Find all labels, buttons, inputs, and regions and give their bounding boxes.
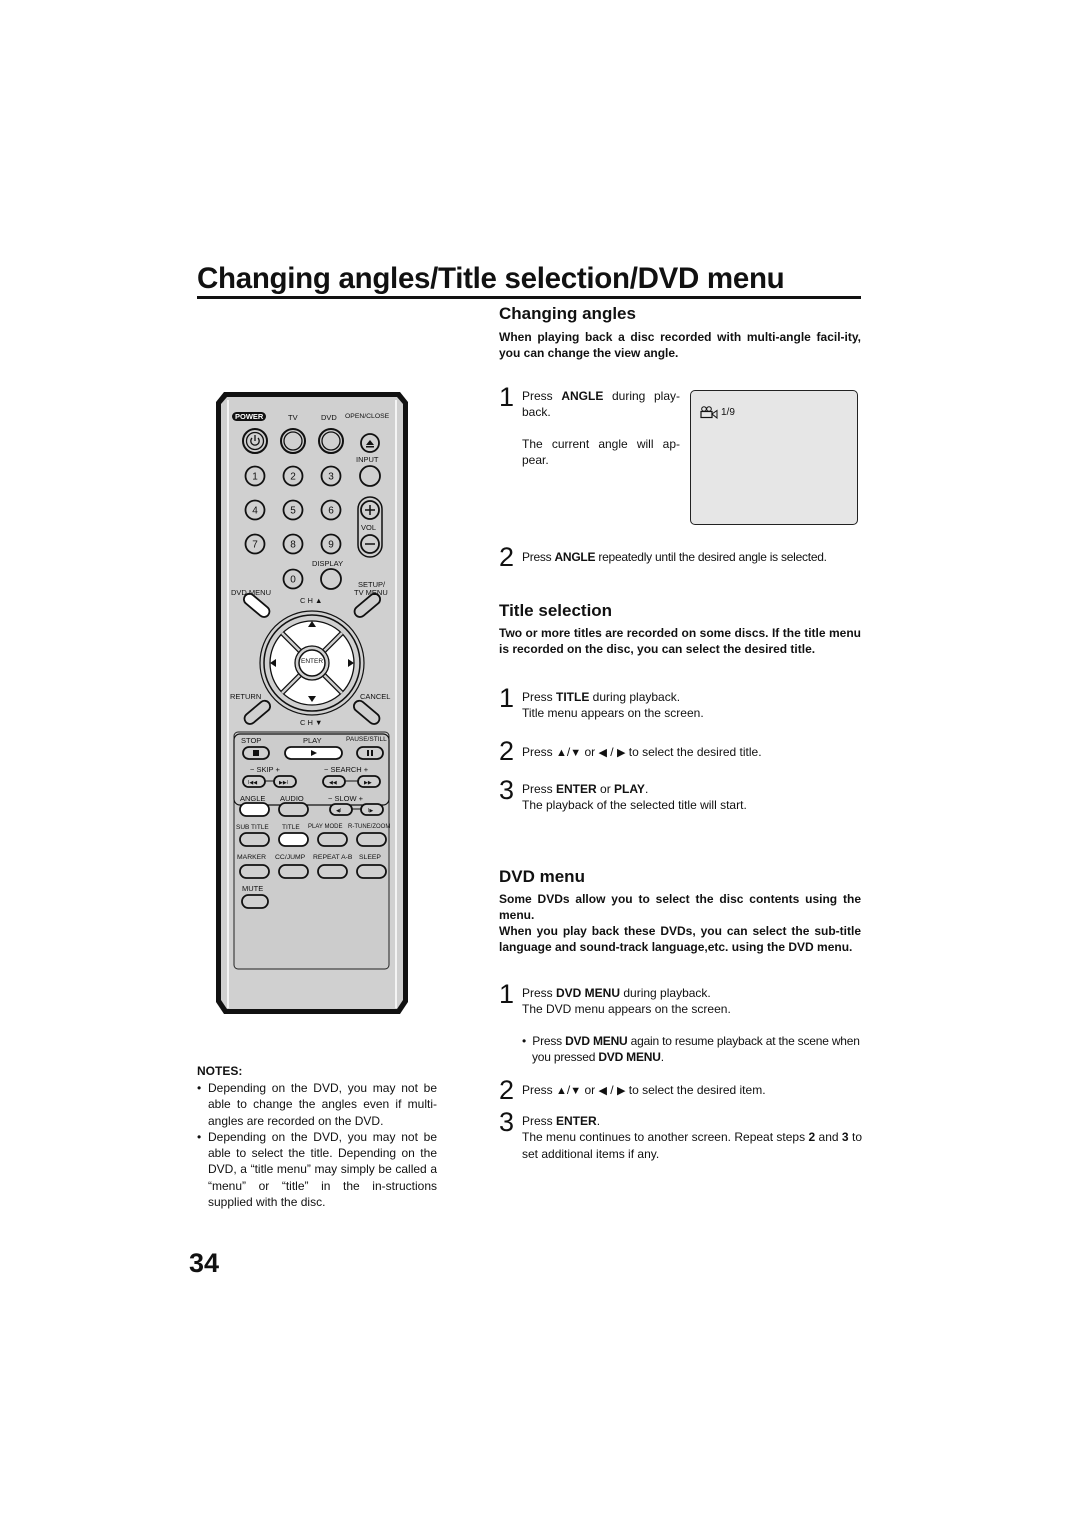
page-title: Changing angles/Title selection/DVD menu [197, 262, 785, 295]
section-heading-changing-angles: Changing angles [499, 304, 636, 323]
changing-angles-lead: When playing back a disc recorded with m… [499, 330, 861, 361]
remote-digit-label: 4 [252, 506, 258, 517]
remote-digit-label: 2 [290, 472, 296, 483]
remote-digit-label: 7 [252, 540, 258, 551]
remote-label-dvd: DVD [321, 413, 337, 422]
step-text: Press ANGLE repeatedly until the desired… [522, 550, 827, 564]
remote-label-mute: MUTE [242, 884, 264, 893]
step-number: 1 [499, 382, 515, 412]
remote-label-title: TITLE [282, 824, 300, 831]
remote-control-illustration: 1 2 3 4 5 6 7 8 9 0 I◀◀ ▶▶I ◀◀ ▶▶ ◀I I▶ POWER TV … [214, 390, 410, 1016]
remote-label-vol: VOL [361, 523, 377, 532]
svg-text:I▶: I▶ [368, 808, 373, 814]
step-number: 2 [499, 736, 515, 766]
step-text: Press ENTER or PLAY. The playback of the … [522, 782, 747, 813]
step-note: The current angle will ap-pear. [522, 437, 680, 468]
step-text: Press ANGLE during play-back. [522, 389, 680, 420]
step-text: Press TITLE during playback. Title menu a… [522, 690, 704, 721]
section-heading-dvd-menu: DVD menu [499, 867, 585, 886]
angle-indicator: 1/9 [700, 406, 735, 419]
remote-label-return: RETURN [230, 692, 262, 701]
remote-label-tv: TV [288, 413, 298, 422]
page-number: 34 [189, 1248, 220, 1278]
remote-label-ch-up: C H ▲ [300, 596, 323, 605]
remote-label-ch-down: C H ▼ [300, 718, 323, 727]
step-number: 1 [499, 683, 515, 713]
remote-digit-label: 6 [328, 506, 334, 517]
remote-body: 1 2 3 4 5 6 7 8 9 0 I◀◀ ▶▶I ◀◀ ▶▶ ◀I I▶ [216, 392, 408, 1014]
remote-label-pause-still: PAUSE/STILL [346, 736, 387, 743]
left-arrow-icon: ◀ [598, 747, 607, 759]
remote-label-display: DISPLAY [312, 559, 344, 568]
step-text: Press ▲/▼ or ◀ / ▶ to select the desired… [522, 744, 762, 761]
remote-label-sub-title: SUB TITLE [236, 824, 269, 831]
svg-text:◀◀: ◀◀ [329, 780, 337, 786]
down-arrow-icon: ▼ [570, 747, 582, 759]
step-number: 2 [499, 1075, 515, 1105]
remote-label-angle: ANGLE [240, 794, 266, 803]
dvd-menu-bullet-note: • Press DVD MENU again to resume playbac… [522, 1034, 860, 1065]
up-arrow-icon: ▲ [556, 1085, 567, 1097]
step-text: Press DVD MENU during playback. The DVD m… [522, 986, 731, 1017]
remote-label-rtune-zoom: R-TUNE/ZOOM [348, 824, 391, 830]
note-item: Depending on the DVD, you may not be abl… [197, 1129, 437, 1210]
step-text: Press ▲/▼ or ◀ / ▶ to select the desired… [522, 1082, 766, 1099]
remote-label-skip: − SKIP + [250, 765, 280, 774]
notes-list: Depending on the DVD, you may not be abl… [197, 1080, 437, 1210]
step-number: 1 [499, 979, 515, 1009]
remote-label-sleep: SLEEP [359, 854, 381, 861]
step-text: Press ENTER. The menu continues to anothe… [522, 1114, 862, 1161]
angle-value: 1/9 [721, 407, 735, 418]
section-heading-title-selection: Title selection [499, 601, 613, 620]
note-item: Depending on the DVD, you may not be abl… [197, 1080, 437, 1129]
remote-label-play: PLAY [303, 736, 322, 745]
remote-digit-label: 0 [290, 575, 296, 586]
remote-label-slow: − SLOW + [328, 794, 364, 803]
remote-label-play-mode: PLAY MODE [308, 824, 343, 830]
remote-digit-label: 3 [328, 472, 334, 483]
remote-label-repeat-ab: REPEAT A-B [313, 854, 353, 861]
dvd-menu-lead-2: When you play back these DVDs, you can s… [499, 924, 861, 955]
notes-heading: NOTES: [197, 1064, 243, 1078]
remote-label-stop: STOP [241, 736, 262, 745]
remote-label-enter: ENTER [301, 658, 324, 665]
dvd-menu-lead: Some DVDs allow you to select the disc c… [499, 892, 861, 923]
up-arrow-icon: ▲ [556, 747, 567, 759]
remote-digit-label: 5 [290, 506, 296, 517]
camera-angle-icon [700, 406, 718, 419]
remote-label-input: INPUT [356, 455, 379, 464]
title-rule [197, 296, 861, 299]
remote-label-power: POWER [232, 412, 267, 421]
remote-digit-label: 9 [328, 540, 334, 551]
remote-label-cc-jump: CC/JUMP [275, 854, 306, 861]
step-number: 3 [499, 1107, 515, 1137]
title-selection-lead: Two or more titles are recorded on some … [499, 626, 861, 657]
remote-digit-label: 8 [290, 540, 296, 551]
left-arrow-icon: ◀ [598, 1085, 607, 1097]
remote-label-tv-menu: TV MENU [354, 588, 388, 597]
remote-label-cancel: CANCEL [360, 692, 391, 701]
down-arrow-icon: ▼ [570, 1085, 582, 1097]
svg-text:▶▶: ▶▶ [364, 780, 372, 786]
remote-label-dvd-menu: DVD MENU [231, 588, 272, 597]
step-number: 3 [499, 775, 515, 805]
remote-label-marker: MARKER [237, 854, 267, 861]
remote-digit-label: 1 [252, 472, 258, 483]
step-number: 2 [499, 542, 515, 572]
svg-text:I◀◀: I◀◀ [248, 780, 257, 786]
svg-text:▶▶I: ▶▶I [279, 780, 288, 786]
remote-label-open-close: OPEN/CLOSE [345, 413, 390, 420]
remote-label-search: − SEARCH + [324, 765, 369, 774]
remote-label-audio: AUDIO [280, 794, 304, 803]
svg-text:◀I: ◀I [336, 808, 341, 814]
